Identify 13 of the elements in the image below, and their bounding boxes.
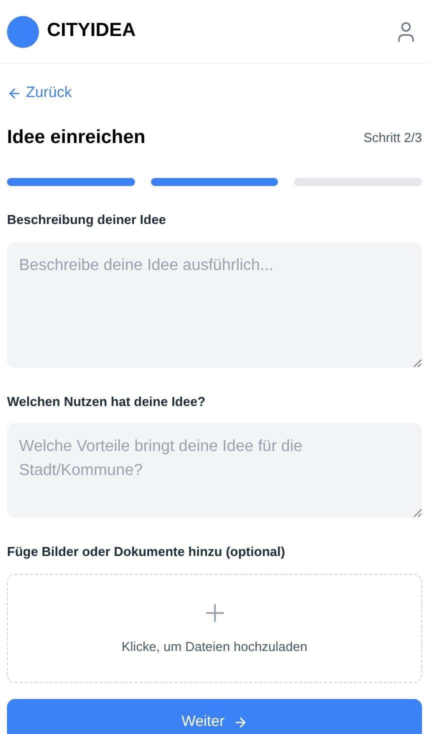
field-label: Beschreibung deiner Idee xyxy=(7,211,167,229)
page-title: Idee einreichen xyxy=(7,126,146,150)
upload-area[interactable]: Klicke, um Dateien hochzuladen xyxy=(7,574,422,682)
back-link[interactable]: Zurück xyxy=(7,82,72,104)
arrow-right-icon xyxy=(232,714,248,730)
field-label: Welchen Nutzen hat deine Idee? xyxy=(7,392,206,410)
next-button[interactable]: Weiter xyxy=(7,698,422,734)
logo-icon xyxy=(7,16,39,48)
step-label: Schritt 2/3 xyxy=(363,129,422,147)
field-label: Füge Bilder oder Dokumente hinzu (optional) xyxy=(7,543,286,561)
text-area[interactable]: Welche Vorteile bringt deine Idee für die Stadt/Kommune? xyxy=(7,423,422,518)
text-area[interactable]: Beschreibe deine Idee ausführlich... xyxy=(7,242,422,368)
logo-text: CITYIDEA xyxy=(47,19,136,44)
